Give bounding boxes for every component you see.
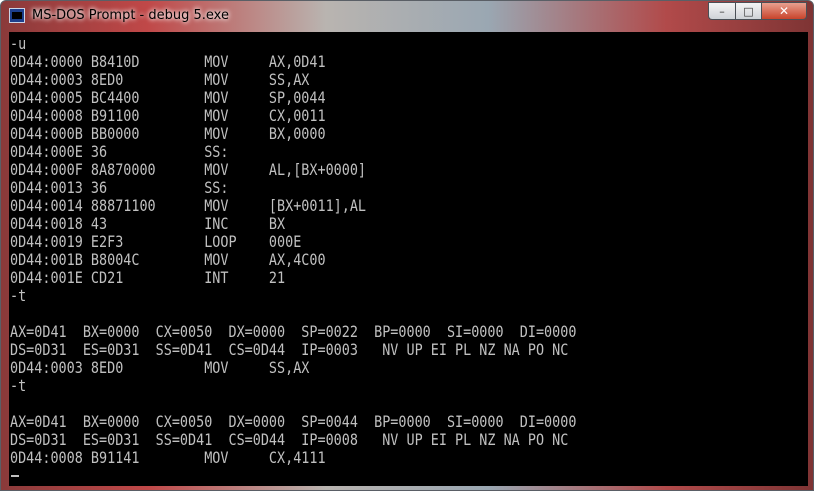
console-output[interactable]: -u 0D44:0000 B8410D MOV AX,0D41 0D44:000… [9, 32, 808, 486]
console-line: 0D44:0018 43 INC BX [10, 214, 286, 233]
console-line: 0D44:0013 36 SS: [10, 178, 229, 197]
console-line: 0D44:0003 8ED0 MOV SS,AX [10, 358, 310, 377]
console-line: 0D44:000F 8A870000 MOV AL,[BX+0000] [10, 160, 367, 179]
title-bar[interactable]: MS-DOS Prompt - debug 5.exe – □ ✕ [1, 1, 813, 31]
console-line: 0D44:0014 88871100 MOV [BX+0011],AL [10, 196, 367, 215]
console-line: -t [10, 376, 27, 395]
ms-dos-icon[interactable] [9, 8, 25, 23]
console-line: 0D44:001B B8004C MOV AX,4C00 [10, 250, 326, 269]
text-cursor [11, 475, 19, 477]
console-line: -u [10, 34, 27, 53]
minimize-button[interactable]: – [708, 2, 735, 20]
console-line: 0D44:0003 8ED0 MOV SS,AX [10, 70, 310, 89]
console-window: MS-DOS Prompt - debug 5.exe – □ ✕ -u 0D4… [0, 0, 814, 491]
console-line: 0D44:001E CD21 INT 21 [10, 268, 286, 287]
console-line: AX=0D41 BX=0000 CX=0050 DX=0000 SP=0022 … [10, 322, 577, 341]
console-line: AX=0D41 BX=0000 CX=0050 DX=0000 SP=0044 … [10, 412, 577, 431]
console-line: 0D44:000B BB0000 MOV BX,0000 [10, 124, 326, 143]
console-line: 0D44:0019 E2F3 LOOP 000E [10, 232, 302, 251]
console-line: 0D44:0000 B8410D MOV AX,0D41 [10, 52, 326, 71]
console-line: 0D44:0008 B91141 MOV CX,4111 [10, 448, 326, 467]
console-line: -t [10, 286, 27, 305]
console-line: DS=0D31 ES=0D31 SS=0D41 CS=0D44 IP=0008 … [10, 430, 569, 449]
close-button[interactable]: ✕ [761, 2, 807, 20]
console-line: DS=0D31 ES=0D31 SS=0D41 CS=0D44 IP=0003 … [10, 340, 569, 359]
maximize-button[interactable]: □ [735, 2, 761, 20]
caption-buttons: – □ ✕ [708, 2, 807, 20]
console-line: 0D44:000E 36 SS: [10, 142, 229, 161]
console-line: 0D44:0005 BC4400 MOV SP,0044 [10, 88, 326, 107]
console-line: 0D44:0008 B91100 MOV CX,0011 [10, 106, 326, 125]
window-title: MS-DOS Prompt - debug 5.exe [32, 8, 229, 23]
